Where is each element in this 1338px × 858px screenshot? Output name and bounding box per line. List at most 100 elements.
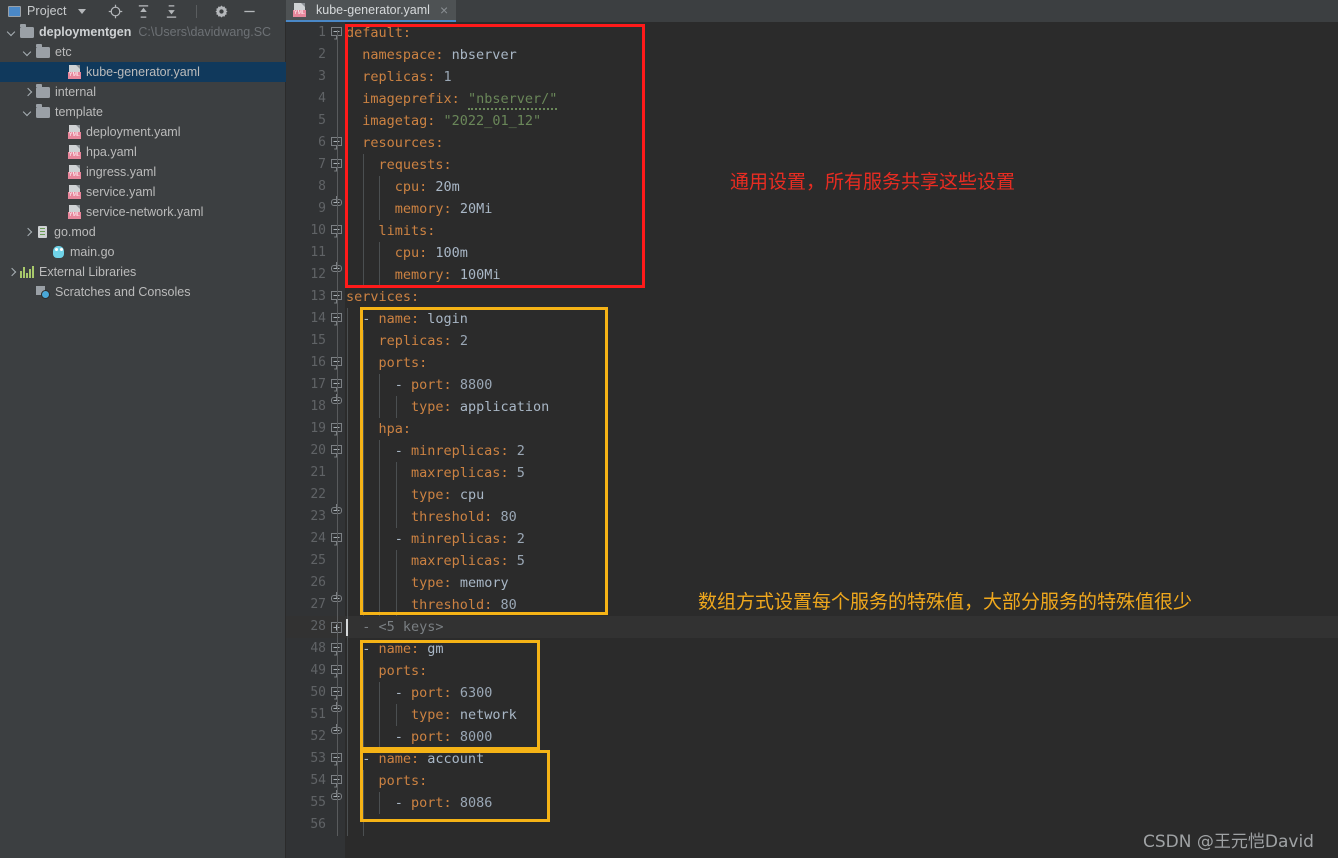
expand-all-icon[interactable] (136, 4, 151, 19)
tree-item-kube-generator-yaml[interactable]: YML kube-generator.yaml (0, 62, 286, 82)
code-line[interactable]: 54 ports: (286, 770, 1338, 792)
code-text: memory: 100Mi (346, 264, 501, 286)
code-token: gm (427, 641, 444, 657)
code-line[interactable]: 53 - name: account (286, 748, 1338, 770)
project-title-button[interactable]: Project (0, 4, 86, 18)
tree-item-scratches-and-consoles[interactable]: Scratches and Consoles (0, 282, 286, 302)
code-token: type (346, 399, 444, 415)
chevron-down-icon[interactable] (22, 106, 34, 118)
project-title: Project (27, 4, 67, 18)
chevron-right-icon[interactable] (22, 86, 34, 98)
code-text: memory: 20Mi (346, 198, 493, 220)
project-tree[interactable]: deploymentgen C:\Users\davidwang.SC etc YML… (0, 22, 286, 302)
code-token: 2 (516, 531, 525, 547)
code-token: namespace (346, 47, 436, 63)
line-number: 51 (310, 707, 326, 722)
code-token: : (443, 157, 452, 173)
code-line[interactable]: 15 replicas: 2 (286, 330, 1338, 352)
code-token: : (443, 685, 460, 701)
code-token: maxreplicas (346, 553, 501, 569)
code-line[interactable]: 52 - port: 8000 (286, 724, 1338, 748)
tree-item-service-network-yaml[interactable]: YML service-network.yaml (0, 202, 286, 222)
code-text: - port: 8800 (346, 374, 493, 396)
code-token: - (346, 311, 379, 327)
gear-icon[interactable] (214, 4, 229, 19)
line-number: 5 (318, 113, 326, 128)
code-token: requests (346, 157, 444, 173)
code-line[interactable]: 22 type: cpu (286, 484, 1338, 506)
code-line[interactable]: 3 replicas: 1 (286, 66, 1338, 88)
collapse-all-icon[interactable] (164, 4, 179, 19)
code-line[interactable]: 12 memory: 100Mi (286, 262, 1338, 286)
code-line[interactable]: 11 cpu: 100m (286, 242, 1338, 264)
code-line[interactable]: 4 imageprefix: "nbserver/" (286, 88, 1338, 110)
code-line[interactable]: 51 type: network (286, 702, 1338, 726)
code-line[interactable]: 48 - name: gm (286, 638, 1338, 660)
code-token: 6300 (459, 685, 493, 701)
code-text: limits: (346, 220, 436, 242)
code-line[interactable]: 6 resources: (286, 132, 1338, 154)
code-line[interactable]: 9 memory: 20Mi (286, 196, 1338, 220)
code-line[interactable]: 23 threshold: 80 (286, 504, 1338, 528)
close-icon[interactable]: × (440, 3, 448, 17)
tree-item-deploymentgen[interactable]: deploymentgen C:\Users\davidwang.SC (0, 22, 286, 42)
code-token: : (411, 641, 428, 657)
code-line[interactable]: 49 ports: (286, 660, 1338, 682)
code-line[interactable]: 14 - name: login (286, 308, 1338, 330)
minimize-icon[interactable] (242, 4, 257, 19)
code-token: : (443, 377, 460, 393)
code-line[interactable]: 21 maxreplicas: 5 (286, 462, 1338, 484)
line-number: 49 (310, 663, 326, 678)
tree-item-ingress-yaml[interactable]: YML ingress.yaml (0, 162, 286, 182)
code-token: : (500, 531, 517, 547)
code-token: : (451, 91, 468, 107)
code-line[interactable]: 17 - port: 8800 (286, 374, 1338, 396)
tree-item-external-libraries[interactable]: External Libraries (0, 262, 286, 282)
tree-item-etc[interactable]: etc (0, 42, 286, 62)
code-token: : (435, 47, 452, 63)
line-number: 50 (310, 685, 326, 700)
code-line[interactable]: 1 default: (286, 22, 1338, 44)
locate-icon[interactable] (108, 4, 123, 19)
tree-item-hpa-yaml[interactable]: YML hpa.yaml (0, 142, 286, 162)
code-line[interactable]: 5 imagetag: "2022_01_12" (286, 110, 1338, 132)
line-number: 56 (310, 817, 326, 832)
tree-item-label: ingress.yaml (86, 165, 157, 179)
code-line[interactable]: 55 - port: 8086 (286, 790, 1338, 814)
code-line[interactable]: 28 - <5 keys> (286, 616, 1338, 638)
code-line[interactable]: 25 maxreplicas: 5 (286, 550, 1338, 572)
code-token: : (484, 509, 501, 525)
code-line[interactable]: 2 namespace: nbserver (286, 44, 1338, 66)
code-text: imagetag: "2022_01_12" (346, 110, 541, 132)
code-line[interactable]: 19 hpa: (286, 418, 1338, 440)
line-number: 6 (318, 135, 326, 150)
yaml-file-icon: YML (68, 165, 81, 179)
chevron-right-icon[interactable] (6, 266, 18, 278)
tree-item-deployment-yaml[interactable]: YML deployment.yaml (0, 122, 286, 142)
code-token: ports (346, 355, 420, 371)
chevron-right-icon[interactable] (22, 226, 34, 238)
tree-item-go-mod[interactable]: go.mod (0, 222, 286, 242)
code-line[interactable]: 50 - port: 6300 (286, 682, 1338, 704)
code-editor[interactable]: 1 default: 2 namespace: nbserver 3 replicas… (286, 22, 1338, 858)
code-line[interactable]: 16 ports: (286, 352, 1338, 374)
tree-item-internal[interactable]: internal (0, 82, 286, 102)
code-line[interactable]: 24 - minreplicas: 2 (286, 528, 1338, 550)
code-line[interactable]: 20 - minreplicas: 2 (286, 440, 1338, 462)
code-token: : (435, 135, 444, 151)
tree-item-template[interactable]: template (0, 102, 286, 122)
chevron-down-icon[interactable] (77, 8, 86, 14)
tree-item-service-yaml[interactable]: YML service.yaml (0, 182, 286, 202)
tree-item-main-go[interactable]: main.go (0, 242, 286, 262)
code-token: 100Mi (459, 267, 501, 283)
code-line[interactable]: 18 type: application (286, 394, 1338, 418)
chevron-down-icon[interactable] (6, 26, 18, 38)
line-number: 55 (310, 795, 326, 810)
chevron-down-icon[interactable] (22, 46, 34, 58)
code-line[interactable]: 13 services: (286, 286, 1338, 308)
yaml-file-icon: YML (68, 205, 81, 219)
code-token: - (346, 619, 379, 635)
code-line[interactable]: 10 limits: (286, 220, 1338, 242)
tab-kube-generator-yaml[interactable]: YML kube-generator.yaml × (286, 0, 457, 22)
